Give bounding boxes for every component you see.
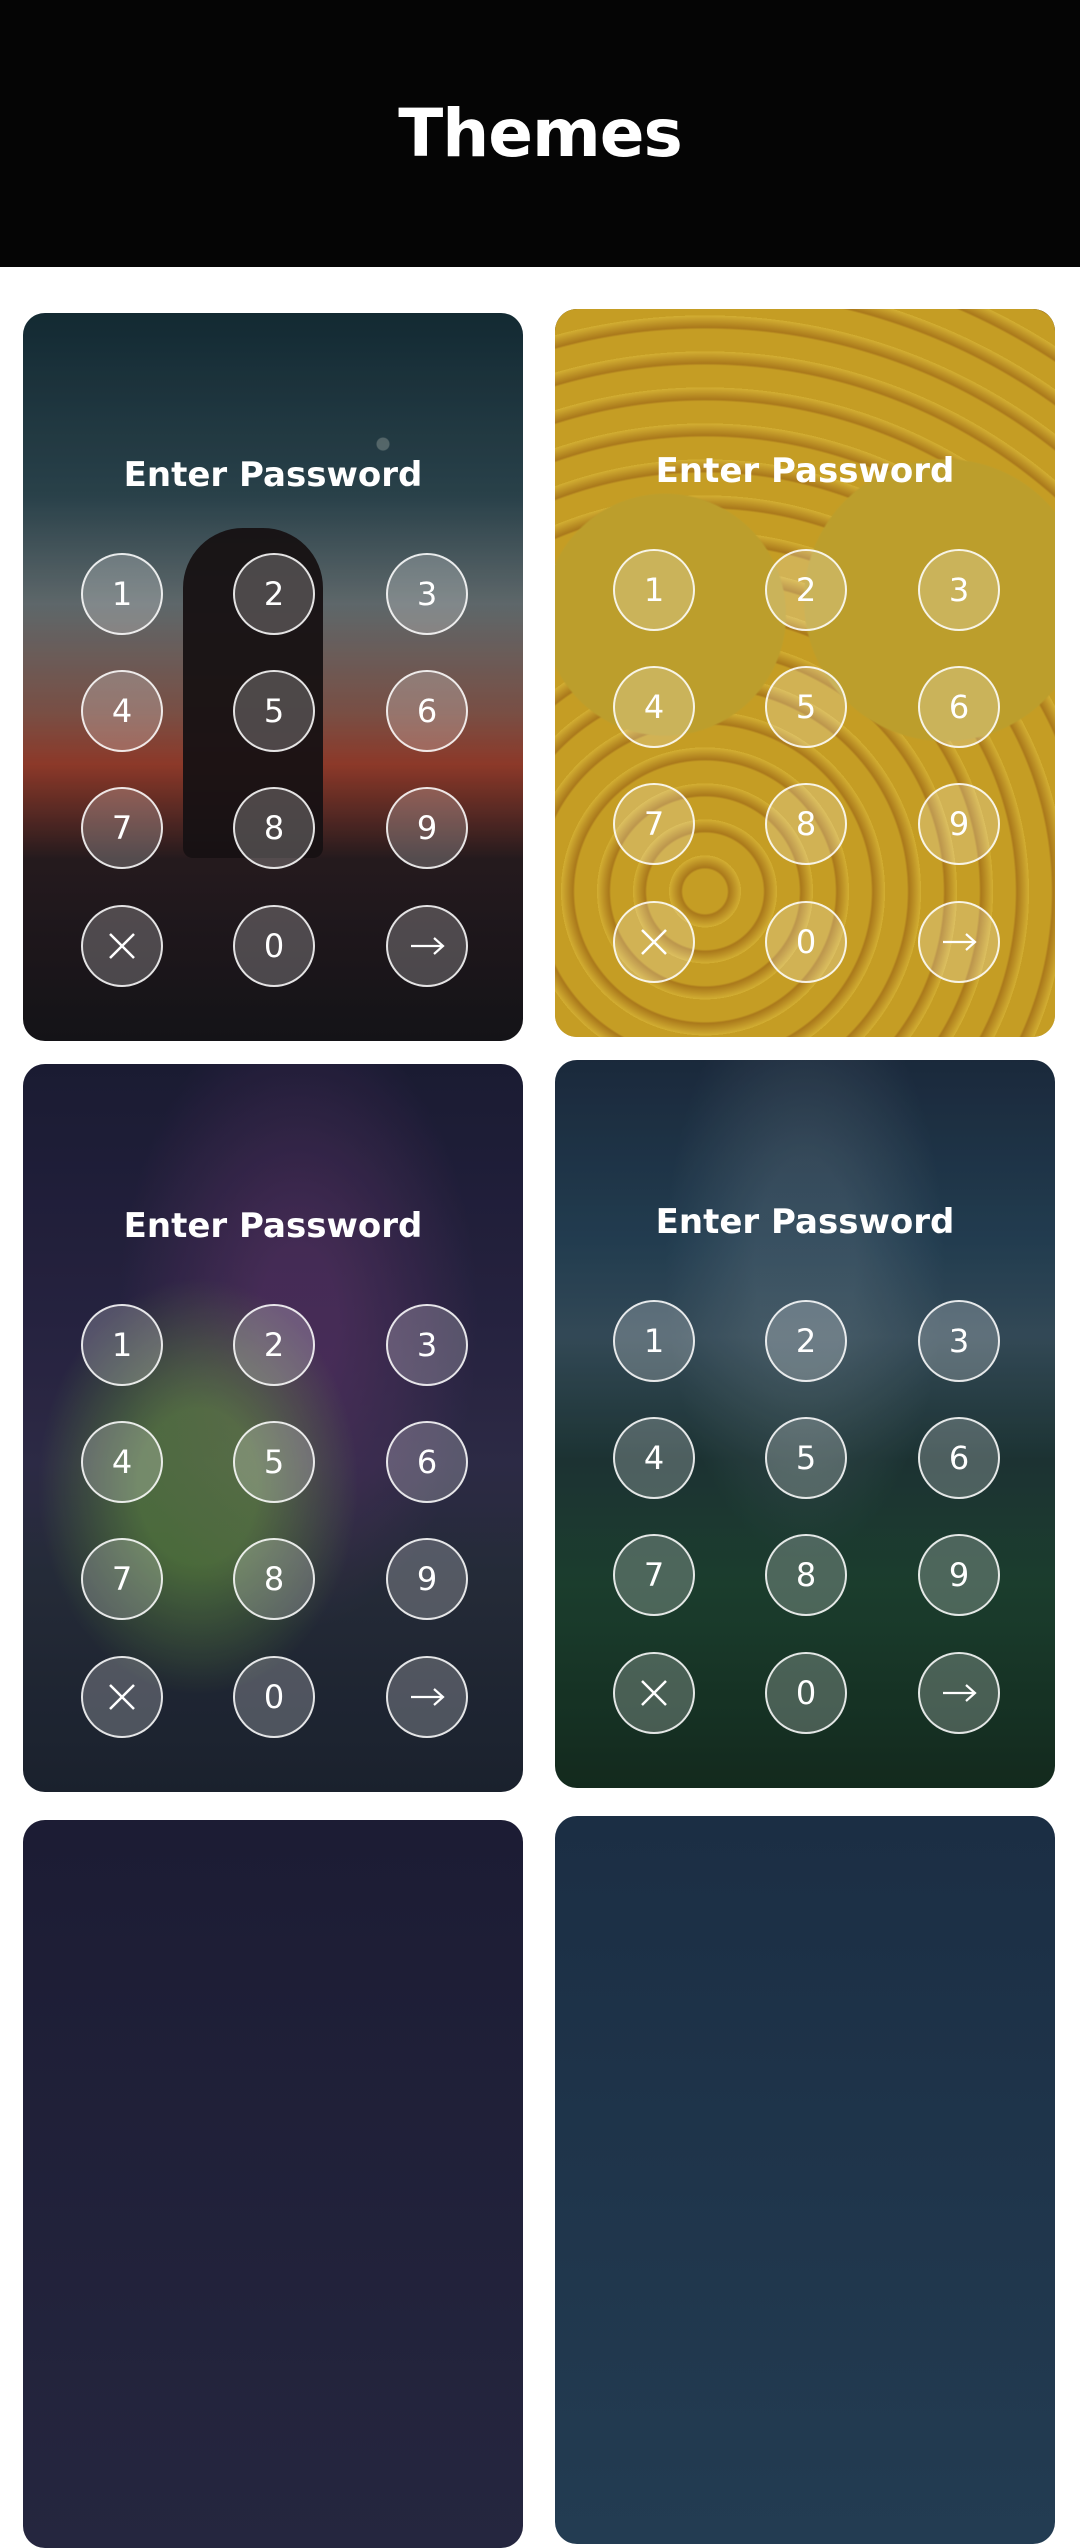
theme-card[interactable]: Enter Password 123 456 7890 (555, 309, 1055, 1037)
arrow-right-icon[interactable] (918, 901, 1000, 983)
keypad-key[interactable]: 3 (386, 1304, 468, 1386)
keypad-key[interactable]: 9 (386, 1538, 468, 1620)
keypad-key[interactable]: 6 (918, 1417, 1000, 1499)
keypad-key[interactable]: 6 (386, 670, 468, 752)
keypad-key[interactable]: 0 (765, 1652, 847, 1734)
keypad-key[interactable]: 2 (765, 549, 847, 631)
card-title: Enter Password (123, 1206, 423, 1246)
keypad-key[interactable]: 8 (765, 783, 847, 865)
keypad-key[interactable]: 9 (918, 783, 1000, 865)
close-icon[interactable] (613, 901, 695, 983)
theme-card[interactable]: Enter Password 123 456 7890 (555, 1060, 1055, 1788)
keypad-key[interactable]: 6 (386, 1421, 468, 1503)
keypad-key[interactable]: 7 (613, 783, 695, 865)
close-icon[interactable] (81, 1656, 163, 1738)
keypad-key[interactable]: 9 (918, 1534, 1000, 1616)
keypad-key[interactable]: 5 (765, 666, 847, 748)
keypad-key[interactable]: 0 (233, 1656, 315, 1738)
keypad-key[interactable]: 4 (613, 1417, 695, 1499)
theme-card[interactable]: Enter Password 123 456 7890 (23, 1064, 523, 1792)
keypad-key[interactable]: 3 (918, 1300, 1000, 1382)
keypad-key[interactable]: 4 (81, 1421, 163, 1503)
keypad-key[interactable]: 2 (765, 1300, 847, 1382)
close-icon[interactable] (613, 1652, 695, 1734)
page-title: Themes (398, 95, 683, 172)
theme-card[interactable]: Enter Password 123 456 7890 (23, 313, 523, 1041)
keypad-key[interactable]: 0 (765, 901, 847, 983)
keypad-key[interactable]: 4 (613, 666, 695, 748)
keypad-key[interactable]: 9 (386, 787, 468, 869)
card-title: Enter Password (655, 451, 955, 491)
keypad-key[interactable]: 2 (233, 1304, 315, 1386)
arrow-right-icon[interactable] (386, 905, 468, 987)
arrow-right-icon[interactable] (918, 1652, 1000, 1734)
card-title: Enter Password (655, 1202, 955, 1242)
card-title: Enter Password (123, 455, 423, 495)
keypad-key[interactable]: 5 (233, 670, 315, 752)
keypad-key[interactable]: 8 (765, 1534, 847, 1616)
keypad-key[interactable]: 0 (233, 905, 315, 987)
keypad-key[interactable]: 2 (233, 553, 315, 635)
keypad-key[interactable]: 3 (918, 549, 1000, 631)
keypad-key[interactable]: 7 (613, 1534, 695, 1616)
arrow-right-icon[interactable] (386, 1656, 468, 1738)
close-icon[interactable] (81, 905, 163, 987)
keypad-key[interactable]: 7 (81, 1538, 163, 1620)
app-header: Themes (0, 0, 1080, 267)
keypad-key[interactable]: 5 (233, 1421, 315, 1503)
keypad-key[interactable]: 1 (613, 549, 695, 631)
keypad-key[interactable]: 8 (233, 1538, 315, 1620)
keypad-key[interactable]: 4 (81, 670, 163, 752)
theme-card[interactable] (23, 1820, 523, 2548)
keypad-key[interactable]: 3 (386, 553, 468, 635)
keypad-key[interactable]: 5 (765, 1417, 847, 1499)
keypad-key[interactable]: 7 (81, 787, 163, 869)
keypad-key[interactable]: 1 (81, 1304, 163, 1386)
keypad-key[interactable]: 8 (233, 787, 315, 869)
keypad-key[interactable]: 1 (613, 1300, 695, 1382)
keypad-key[interactable]: 1 (81, 553, 163, 635)
theme-card[interactable] (555, 1816, 1055, 2544)
keypad-key[interactable]: 6 (918, 666, 1000, 748)
